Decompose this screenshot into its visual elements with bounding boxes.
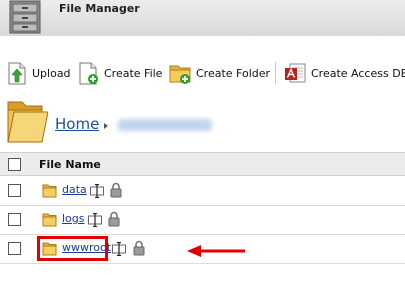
create-file-label: Create File bbox=[104, 66, 163, 80]
toolbar: Upload Create File Create Folder Create … bbox=[0, 52, 405, 90]
create-file-button[interactable]: Create File bbox=[78, 60, 162, 86]
create-folder-button[interactable]: Create Folder bbox=[168, 60, 270, 86]
rename-icon[interactable] bbox=[90, 184, 104, 198]
row-checkbox[interactable] bbox=[8, 184, 21, 197]
folder-link-data[interactable]: data bbox=[62, 183, 87, 196]
row-checkbox[interactable] bbox=[8, 242, 21, 255]
upload-icon bbox=[8, 62, 26, 85]
highlight-box bbox=[37, 236, 108, 261]
breadcrumb: Home bbox=[0, 96, 405, 150]
breadcrumb-separator-icon bbox=[104, 123, 108, 129]
new-file-icon bbox=[79, 62, 98, 85]
lock-icon[interactable] bbox=[133, 240, 145, 256]
folder-link-logs[interactable]: logs bbox=[62, 212, 85, 225]
folder-icon bbox=[42, 184, 57, 198]
open-folder-icon bbox=[7, 101, 48, 143]
title-bar: File Manager bbox=[0, 0, 405, 36]
lock-icon[interactable] bbox=[110, 182, 122, 198]
file-cabinet-icon bbox=[9, 0, 41, 34]
breadcrumb-current-domain[interactable] bbox=[118, 119, 212, 131]
breadcrumb-home-link[interactable]: Home bbox=[55, 115, 99, 133]
rename-icon[interactable] bbox=[112, 242, 126, 256]
table-row: logs bbox=[0, 206, 405, 235]
table-row: data bbox=[0, 177, 405, 206]
row-checkbox[interactable] bbox=[8, 213, 21, 226]
create-access-db-label: Create Access DB bbox=[311, 66, 405, 80]
access-database-icon bbox=[285, 63, 306, 83]
table-header: File Name bbox=[0, 152, 405, 176]
red-arrow-icon bbox=[187, 245, 245, 257]
window-title: File Manager bbox=[59, 2, 140, 15]
create-folder-label: Create Folder bbox=[196, 66, 271, 80]
select-all-checkbox[interactable] bbox=[8, 158, 21, 171]
upload-button[interactable]: Upload bbox=[6, 60, 71, 86]
folder-icon bbox=[42, 213, 57, 227]
rename-icon[interactable] bbox=[88, 213, 102, 227]
lock-icon[interactable] bbox=[108, 211, 120, 227]
create-access-db-button[interactable]: Create Access DB bbox=[283, 60, 405, 86]
new-folder-icon bbox=[169, 65, 191, 84]
toolbar-separator bbox=[275, 62, 276, 84]
upload-label: Upload bbox=[32, 66, 71, 80]
column-header-file-name[interactable]: File Name bbox=[39, 158, 101, 171]
